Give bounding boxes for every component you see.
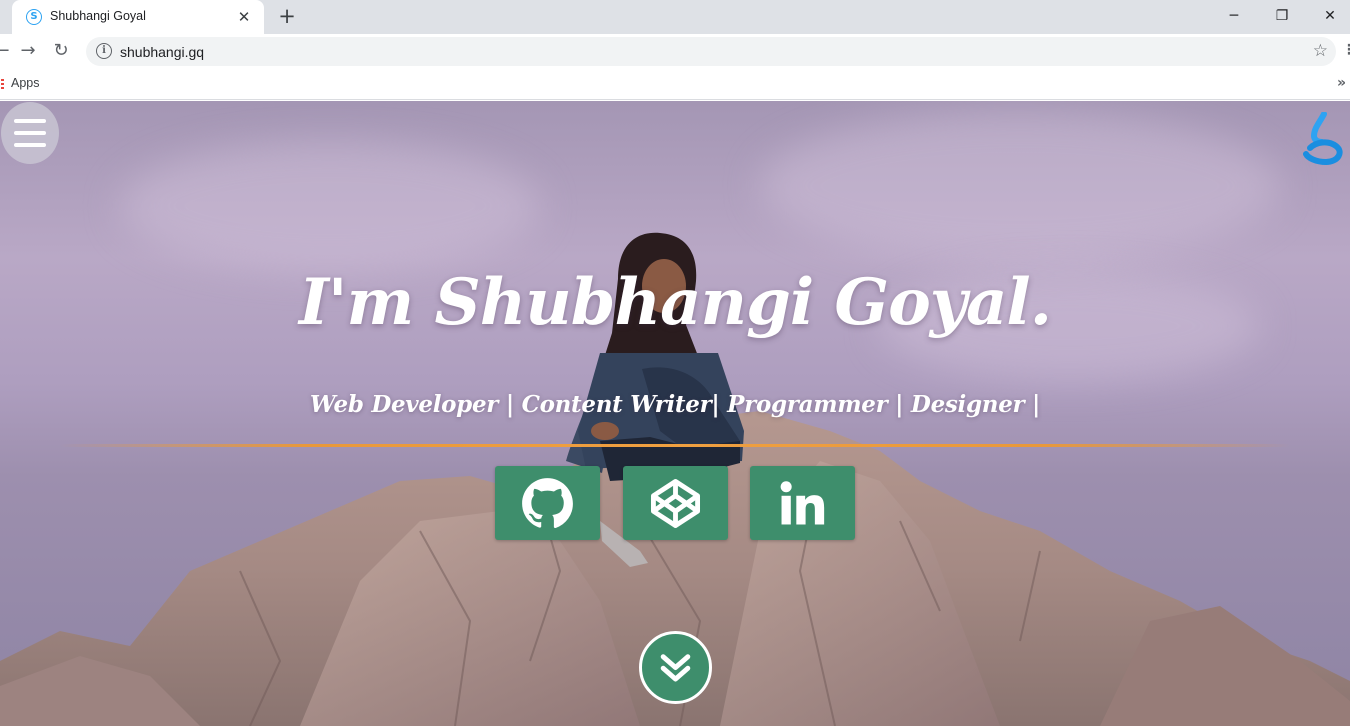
double-chevron-down-icon [660, 654, 691, 682]
tab-strip: S Shubhangi Goyal ✕ + ─ ❐ ✕ [0, 0, 1350, 34]
new-tab-button[interactable]: + [276, 5, 298, 27]
browser-toolbar: ← → ↻ i shubhangi.gq ☆ ⋮ [0, 34, 1350, 68]
scroll-down-button[interactable] [639, 631, 712, 704]
menu-bar-line [14, 131, 46, 135]
back-arrow-icon[interactable]: ← [0, 39, 14, 63]
close-window-button[interactable]: ✕ [1315, 4, 1345, 28]
divider-line [60, 444, 1290, 447]
codepen-button[interactable] [623, 466, 728, 540]
info-icon[interactable]: i [96, 43, 112, 59]
menu-bar-line [14, 119, 46, 123]
tab-title: Shubhangi Goyal [50, 9, 146, 23]
address-bar[interactable]: i shubhangi.gq ☆ [86, 37, 1336, 66]
site-logo-icon[interactable] [1302, 112, 1346, 166]
linkedin-icon [780, 481, 825, 525]
hero-title: I'm Shubhangi Goyal. [298, 265, 1052, 340]
hero-subtitle: Web Developer | Content Writer| Programm… [309, 391, 1041, 418]
bookmark-star-icon[interactable]: ☆ [1313, 40, 1328, 62]
linkedin-button[interactable] [750, 466, 855, 540]
browser-tab[interactable]: S Shubhangi Goyal ✕ [12, 0, 264, 34]
minimize-button[interactable]: ─ [1219, 4, 1249, 28]
url-text: shubhangi.gq [120, 44, 205, 60]
github-button[interactable] [495, 466, 600, 540]
forward-arrow-icon[interactable]: → [16, 39, 40, 63]
reload-icon[interactable]: ↻ [49, 39, 73, 63]
menu-button[interactable] [1, 102, 59, 164]
close-tab-icon[interactable]: ✕ [234, 7, 254, 27]
browser-menu-icon[interactable]: ⋮ [1342, 38, 1350, 62]
codepen-icon [650, 478, 701, 529]
apps-icon[interactable] [1, 79, 4, 89]
hero-section: I'm Shubhangi Goyal. Web Developer | Con… [0, 101, 1350, 726]
restore-button[interactable]: ❐ [1267, 4, 1297, 28]
bookmarks-bar: Apps » [0, 68, 1350, 100]
menu-bar-line [14, 143, 46, 147]
github-icon [522, 478, 573, 528]
site-logo-icon: S [26, 9, 42, 25]
bookmarks-overflow-icon[interactable]: » [1337, 74, 1346, 92]
apps-bookmark[interactable]: Apps [11, 76, 40, 90]
